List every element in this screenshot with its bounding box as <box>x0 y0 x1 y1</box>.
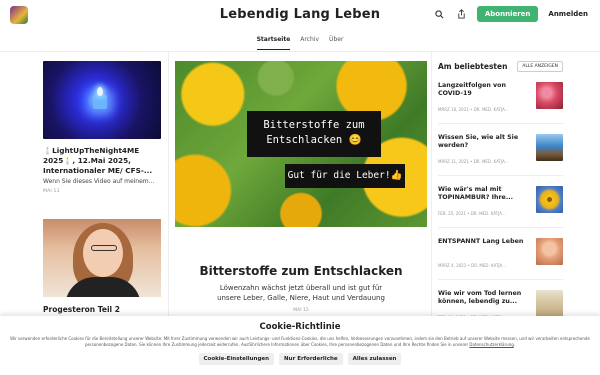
top-bar: Lebendig Lang Leben Abonnieren Anmelden <box>0 0 600 30</box>
featured-date: MAI 15 <box>293 308 309 313</box>
allow-all-button[interactable]: Alles zulassen <box>347 353 402 365</box>
popular-item[interactable]: Langzeitfolgen von COVID-19 MÄRZ 18, 202… <box>438 78 563 124</box>
portrait-image[interactable] <box>43 219 161 297</box>
necessary-only-button[interactable]: Nur Erforderliche <box>279 353 343 365</box>
popular-item[interactable]: ENTSPANNT Lang Leben MÄRZ 4, 2021 • DR. … <box>438 234 563 280</box>
popular-item-thumbnail[interactable] <box>536 82 563 109</box>
post-subtitle: Wenn Sie dieses Video auf meinem... <box>43 178 155 185</box>
face-shape <box>83 229 123 277</box>
nav-tabs: Startseite Archiv Über <box>0 36 600 50</box>
featured-image[interactable]: Bitterstoffe zum Entschlacken 😊 Gut für … <box>175 61 427 227</box>
caption-line: Bitterstoffe zum <box>263 119 365 131</box>
cookie-title: Cookie-Richtlinie <box>259 322 341 332</box>
popular-sidebar: Am beliebtesten ALLE ANZEIGEN Langzeitfo… <box>438 61 563 332</box>
featured-title[interactable]: Bitterstoffe zum Entschlacken <box>175 264 427 278</box>
post-title[interactable]: Progesteron Teil 2 <box>43 305 161 314</box>
popular-heading: Am beliebtesten <box>438 62 508 71</box>
left-column: 🕯️LightUpTheNight4ME 2025🕯️, 12.Mai 2025… <box>43 61 161 314</box>
subtitle-line: unsere Leber, Galle, Niere, Haut und Ver… <box>217 294 385 302</box>
post-title[interactable]: 🕯️LightUpTheNight4ME 2025🕯️, 12.Mai 2025… <box>43 146 161 176</box>
tab-archive[interactable]: Archiv <box>300 36 319 50</box>
featured-post: Bitterstoffe zum Entschlacken 😊 Gut für … <box>175 61 427 313</box>
popular-item-title[interactable]: Wie wär's mal mit TOPINAMBUR? Ihre... <box>438 186 528 202</box>
search-icon[interactable] <box>433 7 447 21</box>
cookie-text: Wir verwenden erforderliche Cookies für … <box>10 336 590 347</box>
popular-item-title[interactable]: ENTSPANNT Lang Leben <box>438 238 528 246</box>
popular-item[interactable]: Wissen Sie, wie alt Sie werden? MÄRZ 11,… <box>438 130 563 176</box>
popular-item-title[interactable]: Wissen Sie, wie alt Sie werden? <box>438 134 528 150</box>
featured-subtitle: Löwenzahn wächst jetzt überall und ist g… <box>175 283 427 303</box>
popular-item-thumbnail[interactable] <box>536 186 563 213</box>
featured-image-caption: Bitterstoffe zum Entschlacken 😊 <box>247 111 381 157</box>
subscribe-button[interactable]: Abonnieren <box>476 6 539 22</box>
popular-item-meta: MÄRZ 4, 2021 • DR. MED. KATJA... <box>438 263 507 268</box>
column-divider <box>168 52 169 322</box>
popular-item-meta: MÄRZ 11, 2021 • DR. MED. KATJA... <box>438 159 509 164</box>
cookie-settings-button[interactable]: Cookie-Einstellungen <box>198 353 275 365</box>
glasses-shape <box>91 245 117 251</box>
tab-home[interactable]: Startseite <box>256 36 291 50</box>
cookie-buttons: Cookie-Einstellungen Nur Erforderliche A… <box>0 353 600 365</box>
caption-line: Entschlacken 😊 <box>266 134 362 146</box>
cookie-banner: Cookie-Richtlinie Wir verwenden erforder… <box>0 316 600 375</box>
post-date: MAI 13 <box>43 189 60 194</box>
header-divider <box>0 51 600 52</box>
candle-image[interactable] <box>43 61 161 139</box>
login-button[interactable]: Anmelden <box>546 6 590 22</box>
flame-shape <box>97 87 103 96</box>
subtitle-line: Löwenzahn wächst jetzt überall und ist g… <box>219 284 383 292</box>
popular-item-thumbnail[interactable] <box>536 290 563 317</box>
share-icon[interactable] <box>455 7 469 21</box>
popular-item-thumbnail[interactable] <box>536 134 563 161</box>
popular-item-meta: FEB. 25, 2021 • DR. MED. KATJA... <box>438 211 506 216</box>
popular-item-thumbnail[interactable] <box>536 238 563 265</box>
popular-item-meta: MÄRZ 18, 2021 • DR. MED. KATJA... <box>438 107 509 112</box>
privacy-policy-link[interactable]: Datenschutzerklärung <box>469 342 513 347</box>
featured-image-tagline: Gut für die Leber!👍 <box>285 164 405 188</box>
column-divider <box>431 52 432 322</box>
candle-shape <box>93 95 107 109</box>
popular-item-title[interactable]: Wie wir vom Tod lernen können, lebendig … <box>438 290 528 306</box>
popular-item[interactable]: Wie wär's mal mit TOPINAMBUR? Ihre... FE… <box>438 182 563 228</box>
show-all-button[interactable]: ALLE ANZEIGEN <box>517 61 563 72</box>
top-actions: Abonnieren Anmelden <box>433 6 590 22</box>
popular-header: Am beliebtesten ALLE ANZEIGEN <box>438 61 563 72</box>
popular-item-title[interactable]: Langzeitfolgen von COVID-19 <box>438 82 528 98</box>
tab-about[interactable]: Über <box>329 36 343 50</box>
